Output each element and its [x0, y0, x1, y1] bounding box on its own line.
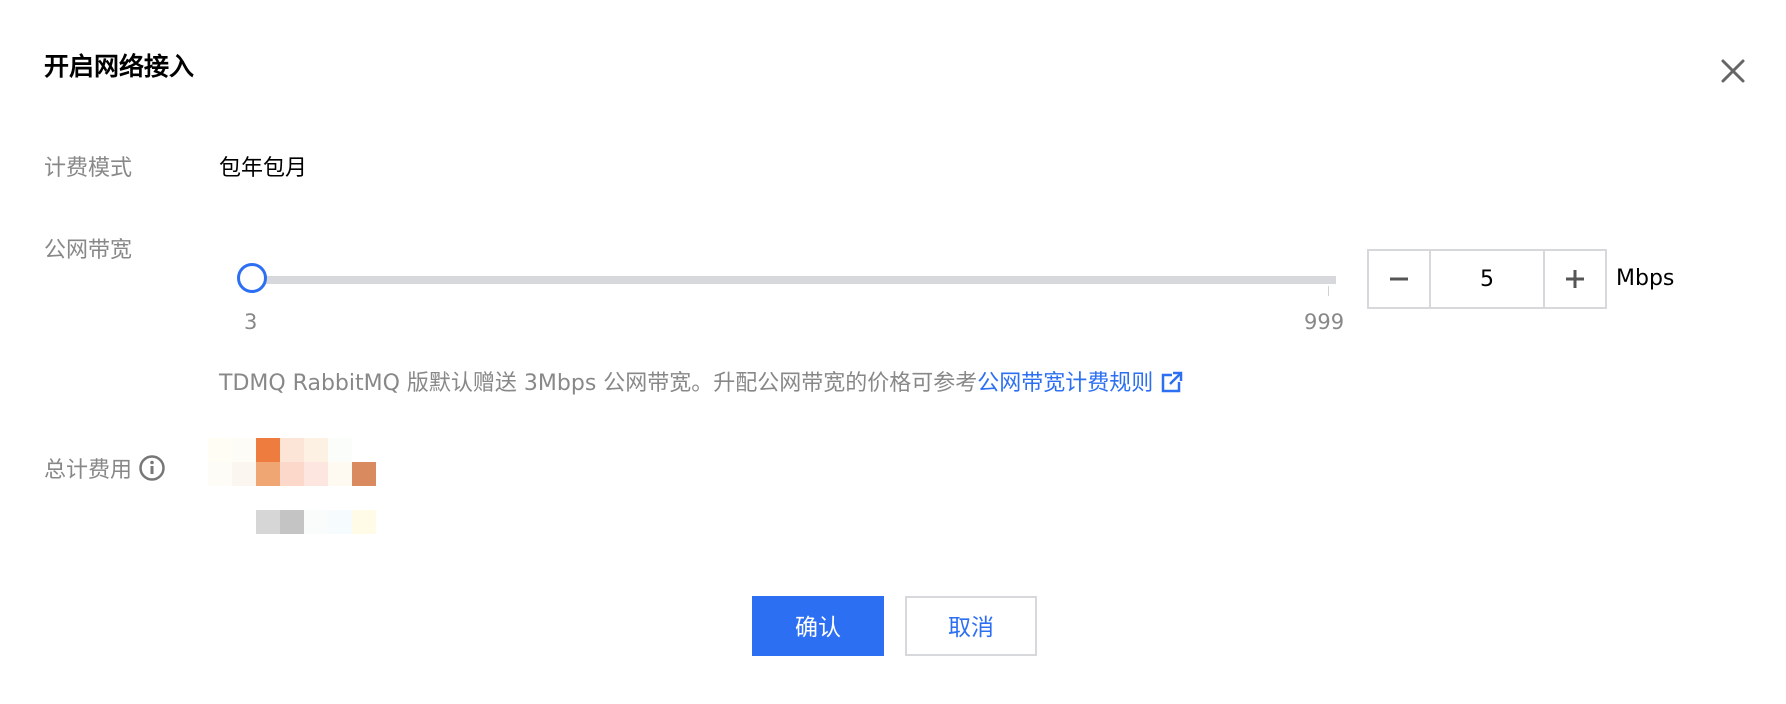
info-icon[interactable]	[138, 454, 166, 491]
dialog-title: 开启网络接入	[44, 52, 195, 81]
bandwidth-stepper	[1367, 249, 1607, 309]
slider-max-label: 999	[1304, 310, 1345, 334]
bandwidth-slider[interactable]	[232, 262, 1344, 298]
bandwidth-pricing-link[interactable]: 公网带宽计费规则	[977, 371, 1183, 396]
bandwidth-unit: Mbps	[1616, 266, 1675, 291]
bandwidth-note: TDMQ RabbitMQ 版默认赠送 3Mbps 公网带宽。升配公网带宽的价格…	[219, 369, 1183, 402]
total-fee-label-text: 总计费用	[44, 458, 133, 483]
network-access-dialog: 开启网络接入 计费模式 包年包月 公网带宽 3 999 Mbps	[0, 0, 1786, 704]
total-fee-value-blurred	[208, 438, 376, 534]
external-link-icon	[1161, 371, 1183, 402]
plus-icon	[1566, 270, 1584, 288]
slider-end-tick	[1328, 286, 1329, 296]
bandwidth-input[interactable]	[1431, 251, 1543, 307]
billing-mode-label: 计费模式	[44, 156, 133, 181]
total-fee-label: 总计费用	[44, 454, 166, 491]
slider-min-label: 3	[244, 310, 258, 334]
bandwidth-note-text: TDMQ RabbitMQ 版默认赠送 3Mbps 公网带宽。升配公网带宽的价格…	[219, 371, 978, 396]
bandwidth-pricing-link-text: 公网带宽计费规则	[977, 371, 1154, 396]
slider-track[interactable]	[250, 276, 1336, 284]
increment-button[interactable]	[1543, 251, 1605, 307]
billing-mode-value: 包年包月	[219, 156, 308, 181]
close-icon[interactable]	[1715, 53, 1751, 89]
slider-handle[interactable]	[237, 263, 268, 293]
minus-icon	[1390, 277, 1408, 281]
bandwidth-label: 公网带宽	[44, 238, 133, 263]
decrement-button[interactable]	[1369, 251, 1431, 307]
confirm-button[interactable]: 确认	[752, 596, 884, 656]
cancel-button[interactable]: 取消	[905, 596, 1037, 656]
